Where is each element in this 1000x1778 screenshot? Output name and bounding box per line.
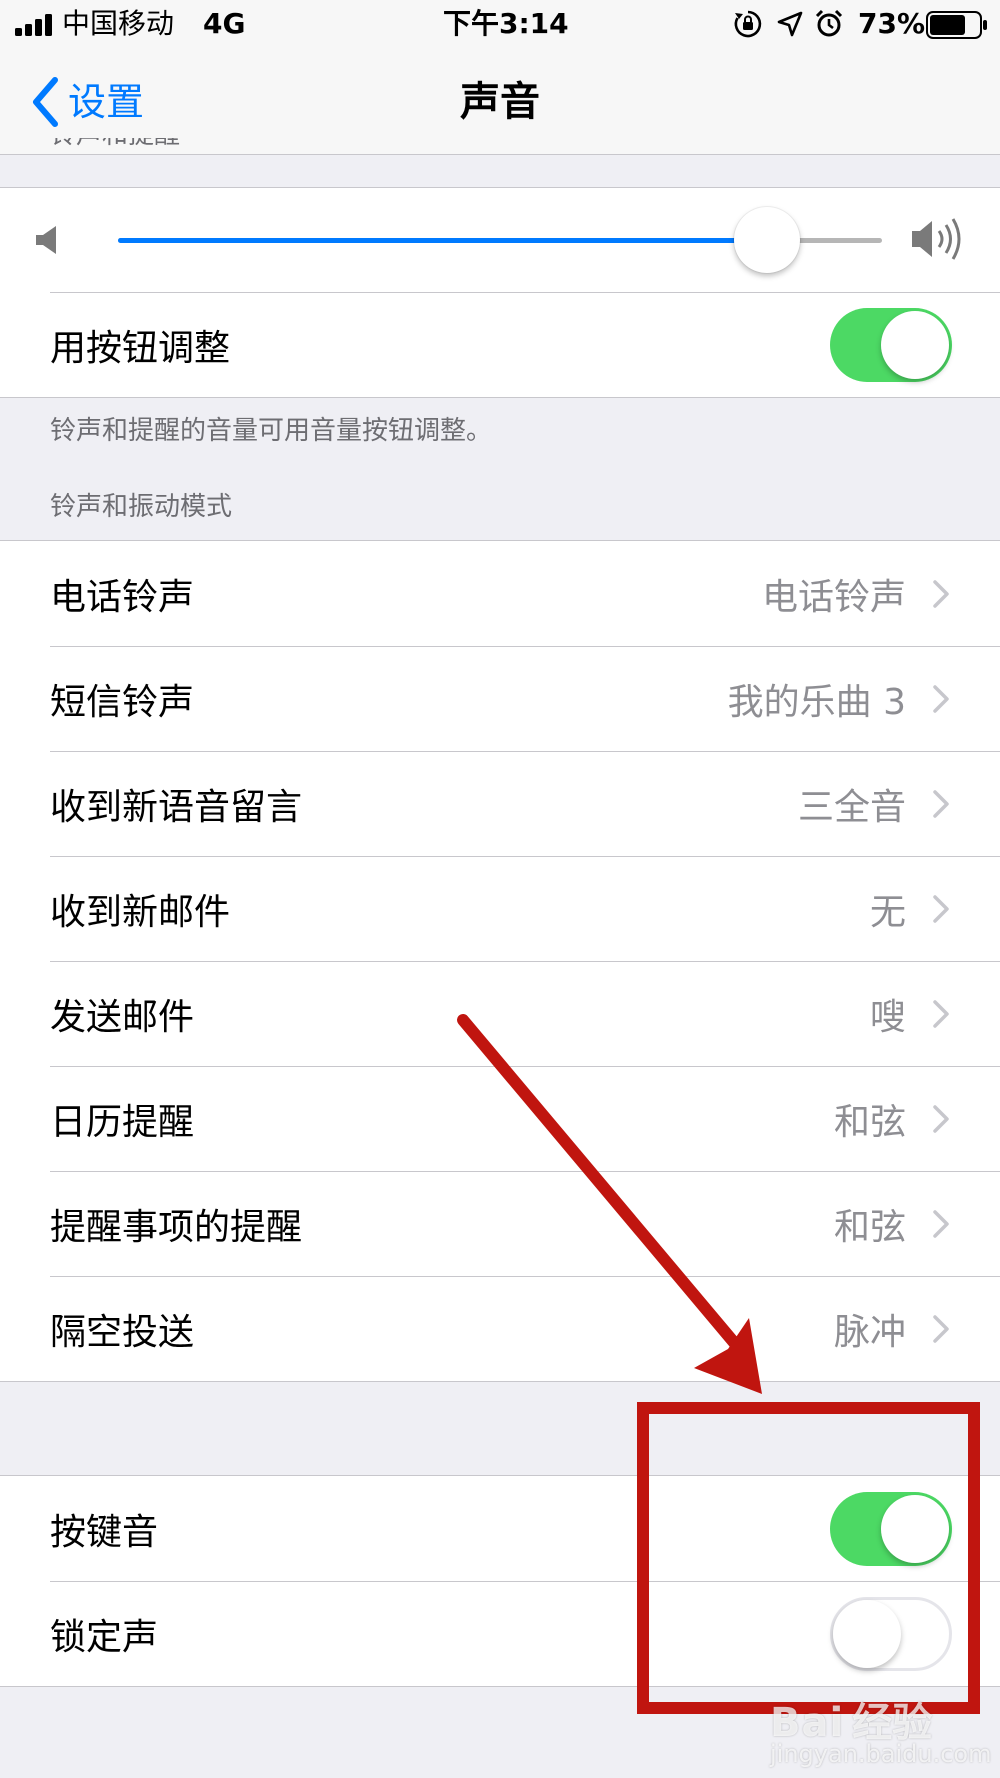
chevron-right-icon bbox=[933, 1209, 949, 1238]
sound-row-text-tone[interactable]: 短信铃声 我的乐曲 3 bbox=[0, 646, 1000, 751]
slider-thumb[interactable] bbox=[734, 207, 801, 273]
chevron-right-icon bbox=[933, 789, 949, 818]
chevron-right-icon bbox=[933, 999, 949, 1028]
sounds-group: 电话铃声 电话铃声 短信铃声 我的乐曲 3 收到新语音留言 三全音 收到新邮件 … bbox=[0, 540, 1000, 1382]
row-label: 发送邮件 bbox=[50, 996, 195, 1038]
row-label: 锁定声 bbox=[50, 1616, 159, 1658]
chevron-right-icon bbox=[933, 894, 949, 923]
ringer-group: 用按钮调整 bbox=[0, 187, 1000, 398]
row-value: 和弦 bbox=[833, 1206, 906, 1248]
row-label: 用按钮调整 bbox=[50, 327, 231, 369]
row-label: 隔空投送 bbox=[50, 1311, 195, 1353]
section-footer-ringer: 铃声和提醒的音量可用音量按钮调整。 bbox=[50, 416, 493, 446]
slider-fill bbox=[118, 238, 768, 243]
row-label: 收到新邮件 bbox=[50, 891, 231, 933]
adjust-with-buttons-row: 用按钮调整 bbox=[0, 292, 1000, 397]
watermark-url: jingyan.baidu.com bbox=[770, 1740, 992, 1768]
section-header-ringer: 铃声和提醒 bbox=[50, 138, 180, 156]
system-sounds-group: 按键音 锁定声 bbox=[0, 1475, 1000, 1687]
carrier-name: 中国移动 bbox=[62, 7, 175, 40]
row-value: 电话铃声 bbox=[761, 576, 906, 618]
row-label: 提醒事项的提醒 bbox=[50, 1206, 303, 1248]
lock-rotation-icon bbox=[734, 10, 762, 38]
sound-row-ringtone[interactable]: 电话铃声 电话铃声 bbox=[0, 541, 1000, 646]
row-value: 和弦 bbox=[833, 1101, 906, 1143]
chevron-right-icon bbox=[933, 1104, 949, 1133]
status-time: 下午3:14 bbox=[443, 7, 569, 40]
chevron-right-icon bbox=[933, 1314, 949, 1343]
battery-icon bbox=[926, 11, 987, 39]
adjust-with-buttons-toggle[interactable] bbox=[830, 307, 952, 382]
row-value: 嗖 bbox=[869, 996, 906, 1038]
chevron-right-icon bbox=[933, 579, 949, 608]
network-type: 4G bbox=[203, 7, 246, 40]
row-label: 收到新语音留言 bbox=[50, 786, 303, 828]
lock-sound-toggle[interactable] bbox=[830, 1596, 952, 1671]
toggle-knob bbox=[833, 1599, 901, 1668]
row-value: 三全音 bbox=[797, 786, 906, 828]
chevron-right-icon bbox=[933, 684, 949, 713]
location-icon bbox=[777, 11, 803, 37]
volume-slider[interactable] bbox=[118, 207, 882, 273]
row-label: 按键音 bbox=[50, 1511, 159, 1553]
row-value: 脉冲 bbox=[833, 1311, 906, 1353]
sound-row-sent-mail[interactable]: 发送邮件 嗖 bbox=[0, 961, 1000, 1066]
speaker-high-icon bbox=[912, 218, 961, 260]
row-label: 电话铃声 bbox=[50, 576, 195, 618]
battery-percent: 73% bbox=[858, 7, 926, 40]
keyboard-clicks-row: 按键音 bbox=[0, 1476, 1000, 1581]
page-title: 声音 bbox=[460, 79, 540, 125]
row-value: 无 bbox=[869, 891, 906, 933]
alarm-icon bbox=[815, 9, 843, 37]
toggle-knob bbox=[881, 310, 949, 379]
volume-row bbox=[0, 188, 1000, 292]
lock-sound-row: 锁定声 bbox=[0, 1581, 1000, 1686]
sound-row-new-voicemail[interactable]: 收到新语音留言 三全音 bbox=[0, 751, 1000, 856]
speaker-low-icon bbox=[36, 226, 56, 254]
sound-row-new-mail[interactable]: 收到新邮件 无 bbox=[0, 856, 1000, 961]
row-label: 日历提醒 bbox=[50, 1101, 195, 1143]
row-label: 短信铃声 bbox=[50, 681, 195, 723]
status-bar: 中国移动 4G 下午3:14 73% bbox=[0, 0, 1000, 50]
sound-row-airdrop[interactable]: 隔空投送 脉冲 bbox=[0, 1276, 1000, 1381]
signal-icon bbox=[15, 14, 52, 36]
baidu-watermark: Bai 经验 jingyan.baidu.com bbox=[770, 1690, 991, 1768]
sound-row-calendar-alerts[interactable]: 日历提醒 和弦 bbox=[0, 1066, 1000, 1171]
toggle-knob bbox=[881, 1494, 949, 1563]
keyboard-clicks-toggle[interactable] bbox=[830, 1491, 952, 1566]
sound-row-reminder-alerts[interactable]: 提醒事项的提醒 和弦 bbox=[0, 1171, 1000, 1276]
row-value: 我的乐曲 3 bbox=[727, 681, 906, 723]
section-header-sounds: 铃声和振动模式 bbox=[50, 492, 233, 522]
